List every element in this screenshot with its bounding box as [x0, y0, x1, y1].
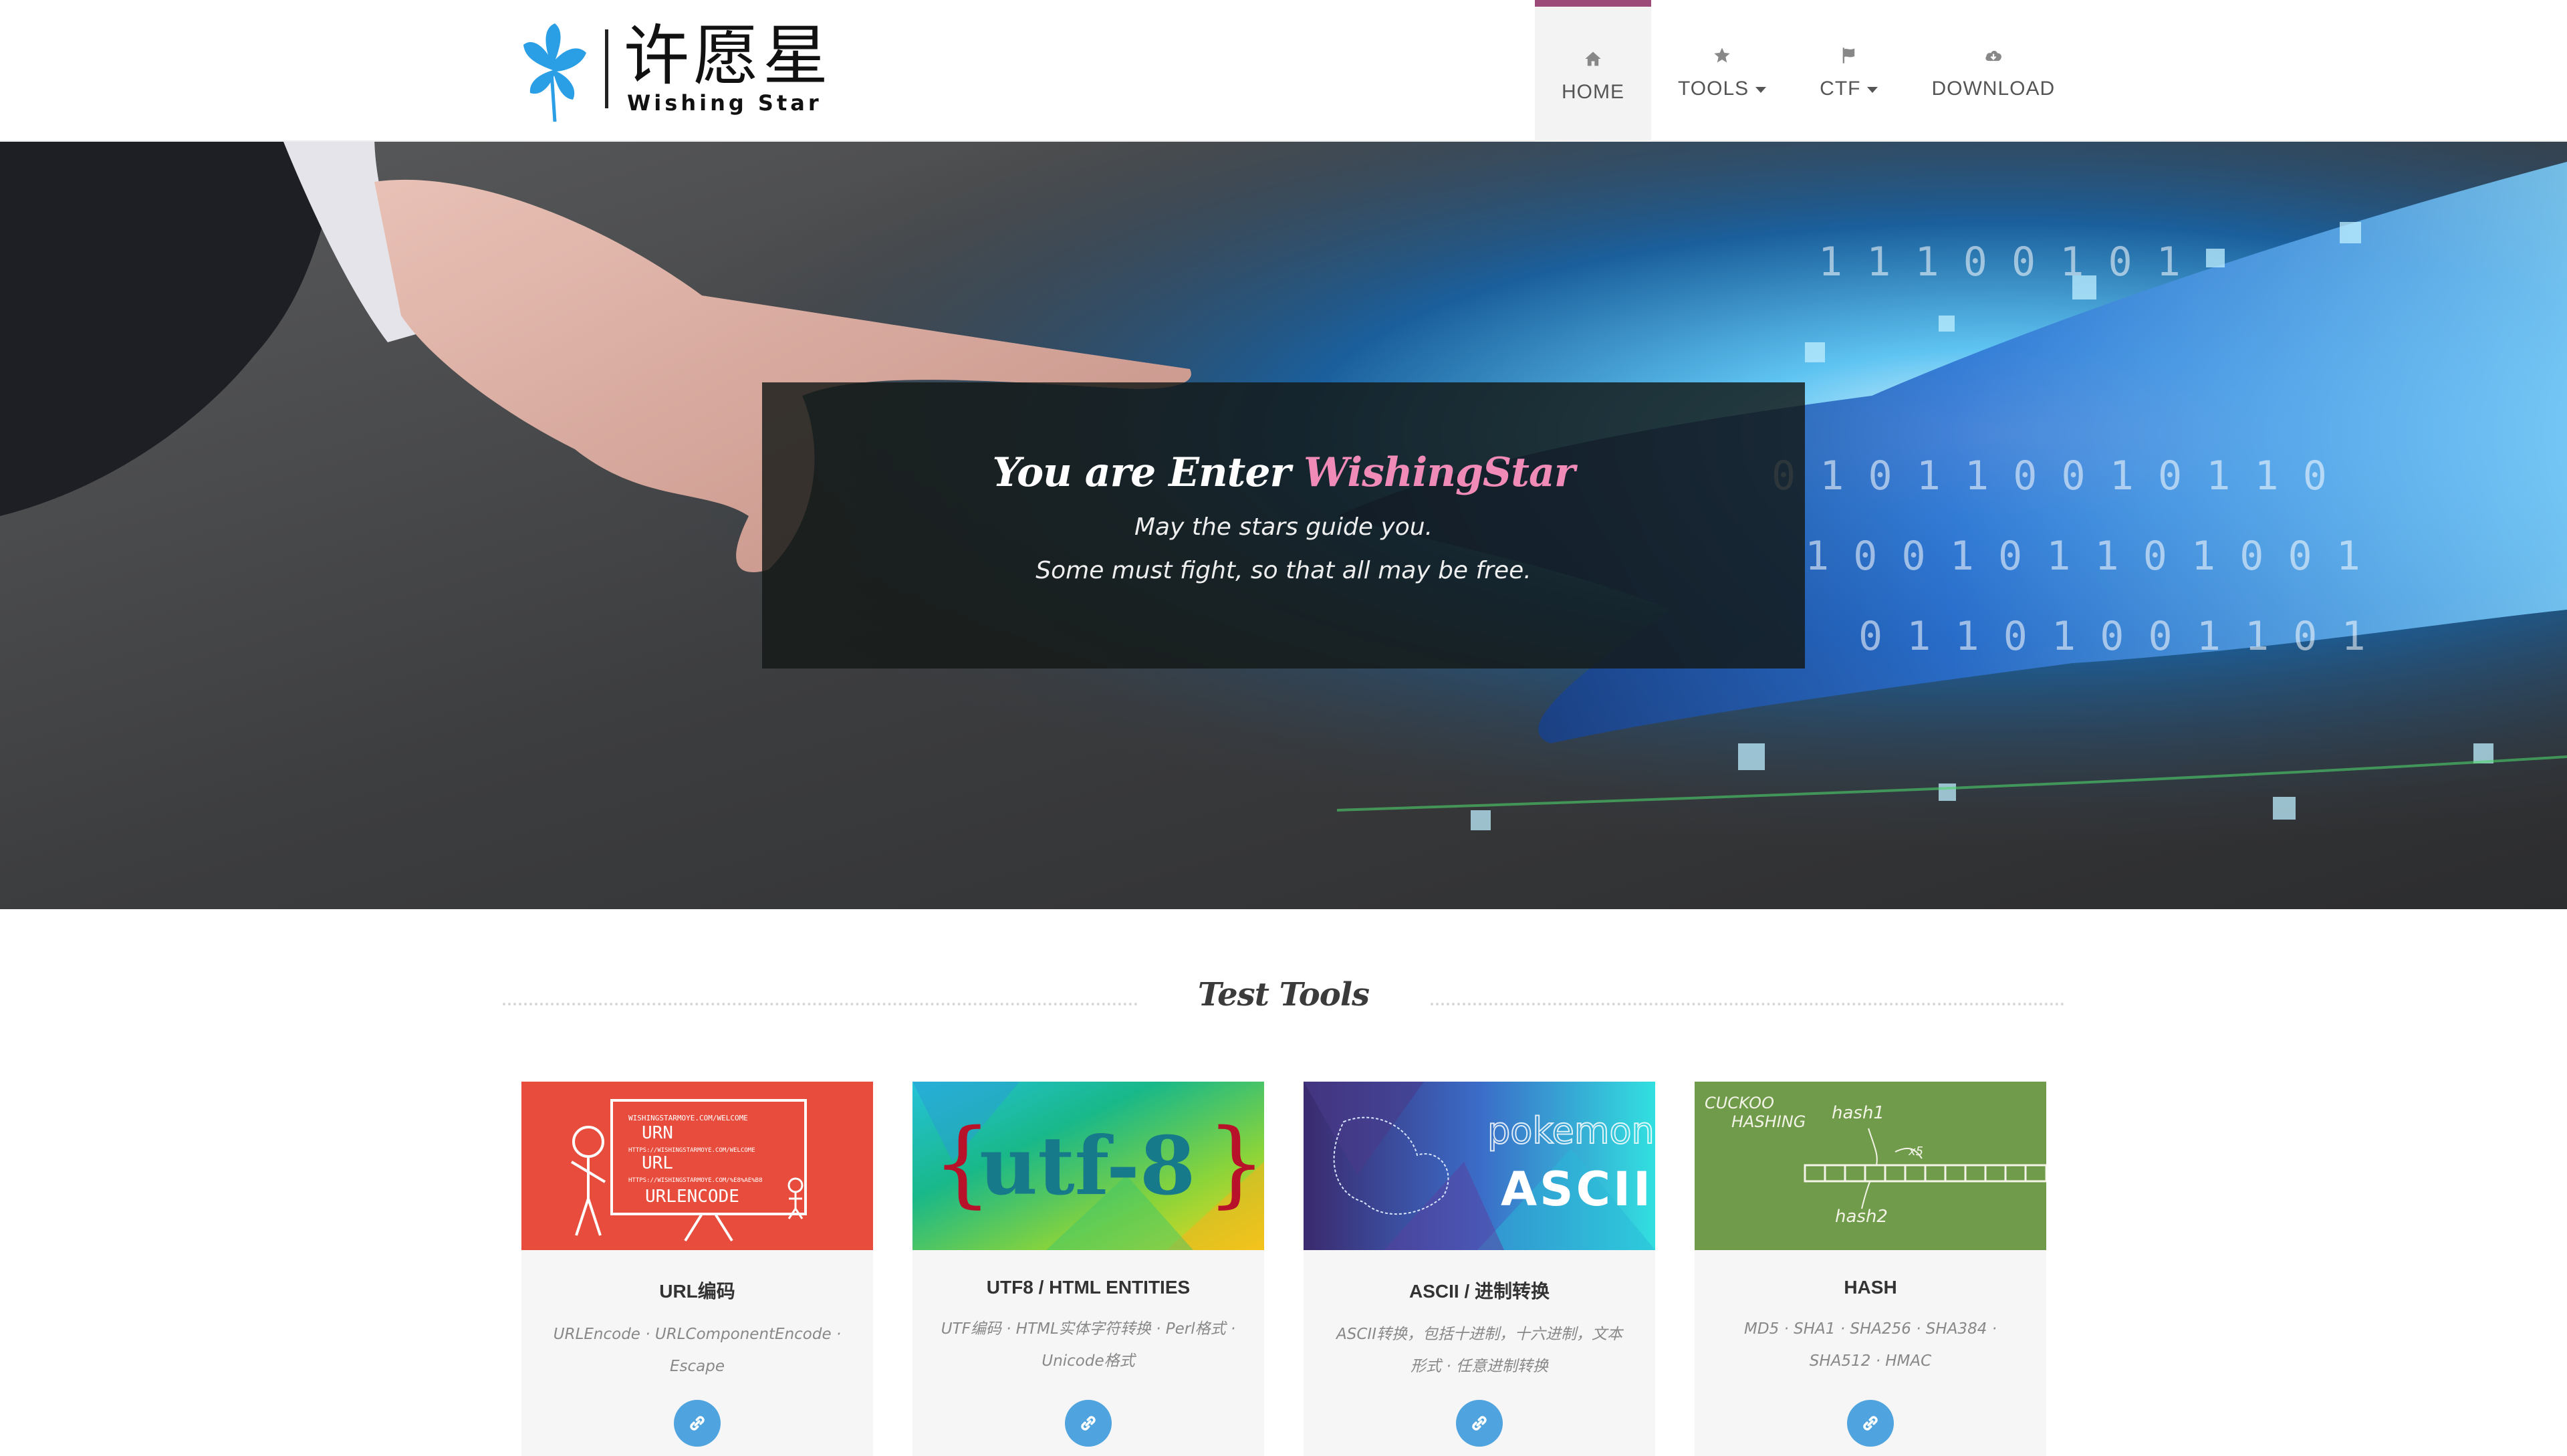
svg-text:1 1 1 0 0 1 0 1: 1 1 1 0 0 1 0 1: [1818, 239, 2181, 285]
nav-ctf-label: CTF: [1820, 77, 1878, 101]
cloud-download-icon: [1985, 51, 2001, 62]
card-description: URLEncode · URLComponentEncode · Escape: [553, 1326, 842, 1375]
svg-text:1 0 0 1 0 1 1 0 1 0 0 1: 1 0 0 1 0 1 1 0 1 0 0 1: [1805, 533, 2360, 580]
tool-card-url[interactable]: WISHINGSTARMOYE.COM/WELCOME URN HTTPS://…: [521, 1082, 873, 1456]
logo-english-name: Wishing Star: [627, 90, 822, 116]
hash-label-hash1: hash1: [1832, 1103, 1884, 1123]
link-icon: [690, 1416, 705, 1431]
card-title: UTF8 / HTML ENTITIES: [986, 1277, 1191, 1298]
card-image-utf8: { utf-8 }: [912, 1082, 1264, 1250]
card-url-line-6: URLENCODE: [645, 1187, 739, 1207]
card-link-button[interactable]: [1065, 1400, 1112, 1447]
hero-banner: 1 1 1 0 0 1 0 1 0 1 0 1 1 0 0 1 0 1 1 0 …: [0, 142, 2567, 909]
hash-label-hashing: HASHING: [1731, 1112, 1806, 1131]
link-icon: [1081, 1416, 1096, 1431]
card-title: ASCII / 进制转换: [1409, 1281, 1550, 1302]
utf8-close-brace: }: [1207, 1109, 1264, 1218]
hero-title-prefix: You are Enter: [992, 449, 1292, 496]
nav-tools[interactable]: TOOLS: [1651, 0, 1793, 142]
chevron-down-icon: [1755, 86, 1767, 93]
nav-download[interactable]: DOWNLOAD: [1905, 0, 2082, 142]
logo-chinese-name: 许愿星: [624, 18, 833, 94]
nav-home[interactable]: HOME: [1535, 0, 1651, 142]
hash-label-hash2: hash2: [1835, 1207, 1888, 1227]
tool-cards: WISHINGSTARMOYE.COM/WELCOME URN HTTPS://…: [521, 1082, 2046, 1456]
link-icon: [1472, 1416, 1487, 1431]
nav-home-label: HOME: [1562, 81, 1624, 103]
star-icon: [1714, 47, 1730, 63]
logo-divider: [605, 29, 608, 108]
nav-ctf[interactable]: CTF: [1793, 0, 1905, 142]
link-icon: [1863, 1416, 1878, 1431]
chevron-down-icon: [1867, 86, 1878, 93]
card-image-ascii: pokemon ASCII: [1304, 1082, 1655, 1250]
card-url-line-4: URL: [642, 1153, 673, 1173]
card-title: URL编码: [659, 1281, 735, 1302]
site-logo[interactable]: 许愿星 Wishing Star: [518, 15, 828, 125]
card-description: ASCII转换，包括十进制，十六进制，文本形式 · 任意进制转换: [1336, 1326, 1622, 1375]
home-icon: [1585, 51, 1601, 66]
hero-title: You are Enter WishingStar: [762, 449, 1805, 496]
clover-logo-icon: [523, 23, 586, 122]
card-image-hash: CUCKOO HASHING hash1 hash2 x5: [1695, 1082, 2046, 1250]
main-nav: HOME TOOLS CTF DOWNLOAD: [1535, 0, 2082, 142]
flag-icon: [1842, 47, 1854, 64]
tool-card-ascii[interactable]: pokemon ASCII ASCII / 进制转换 ASCII转换，包括十进制…: [1304, 1082, 1655, 1456]
card-description: UTF编码 · HTML实体字符转换 · Perl格式 · Unicode格式: [941, 1320, 1236, 1370]
tool-card-utf8[interactable]: { utf-8 } UTF8 / HTML ENTITIES UTF编码 · H…: [912, 1082, 1264, 1456]
card-title: HASH: [1844, 1277, 1897, 1298]
nav-download-label: DOWNLOAD: [1931, 78, 2056, 100]
hero-tagline-1: May the stars guide you.: [1134, 513, 1433, 541]
hash-label-cuckoo: CUCKOO: [1705, 1094, 1774, 1112]
tool-card-hash[interactable]: CUCKOO HASHING hash1 hash2 x5 HASH MD5 ·…: [1695, 1082, 2046, 1456]
card-image-url: WISHINGSTARMOYE.COM/WELCOME URN HTTPS://…: [521, 1082, 873, 1250]
nav-tools-label: TOOLS: [1678, 77, 1767, 101]
section-header: Test Tools: [503, 976, 2064, 1029]
card-link-button[interactable]: [1847, 1400, 1894, 1447]
svg-text:0 1 0 1 1 0 0 1 0 1 1 0: 0 1 0 1 1 0 0 1 0 1 1 0: [1771, 453, 2327, 499]
ascii-pokemon-text: pokemon: [1487, 1110, 1655, 1152]
card-link-button[interactable]: [1456, 1400, 1503, 1447]
card-url-line-1: WISHINGSTARMOYE.COM/WELCOME: [628, 1114, 748, 1122]
ascii-main-text: ASCII: [1501, 1162, 1653, 1217]
section-title: Test Tools: [1197, 976, 1370, 1013]
hero-title-accent: WishingStar: [1304, 449, 1575, 496]
site-header: 许愿星 Wishing Star HOME TOOLS CTF DOWNLOAD: [0, 0, 2567, 142]
hero-caption-box: You are Enter WishingStar May the stars …: [762, 382, 1805, 669]
card-link-button[interactable]: [674, 1400, 721, 1447]
card-url-line-5: HTTPS://WISHINGSTARMOYE.COM/%E8%AE%B8: [628, 1177, 762, 1184]
svg-text:0 1 1 0 1 0 0 1 1 0 1: 0 1 1 0 1 0 0 1 1 0 1: [1858, 613, 2366, 660]
card-description: MD5 · SHA1 · SHA256 · SHA384 · SHA512 · …: [1744, 1320, 1997, 1370]
card-url-line-2: URN: [642, 1123, 673, 1143]
utf8-main-text: utf-8: [979, 1119, 1195, 1213]
hero-tagline-2: Some must fight, so that all may be free…: [1035, 557, 1532, 584]
